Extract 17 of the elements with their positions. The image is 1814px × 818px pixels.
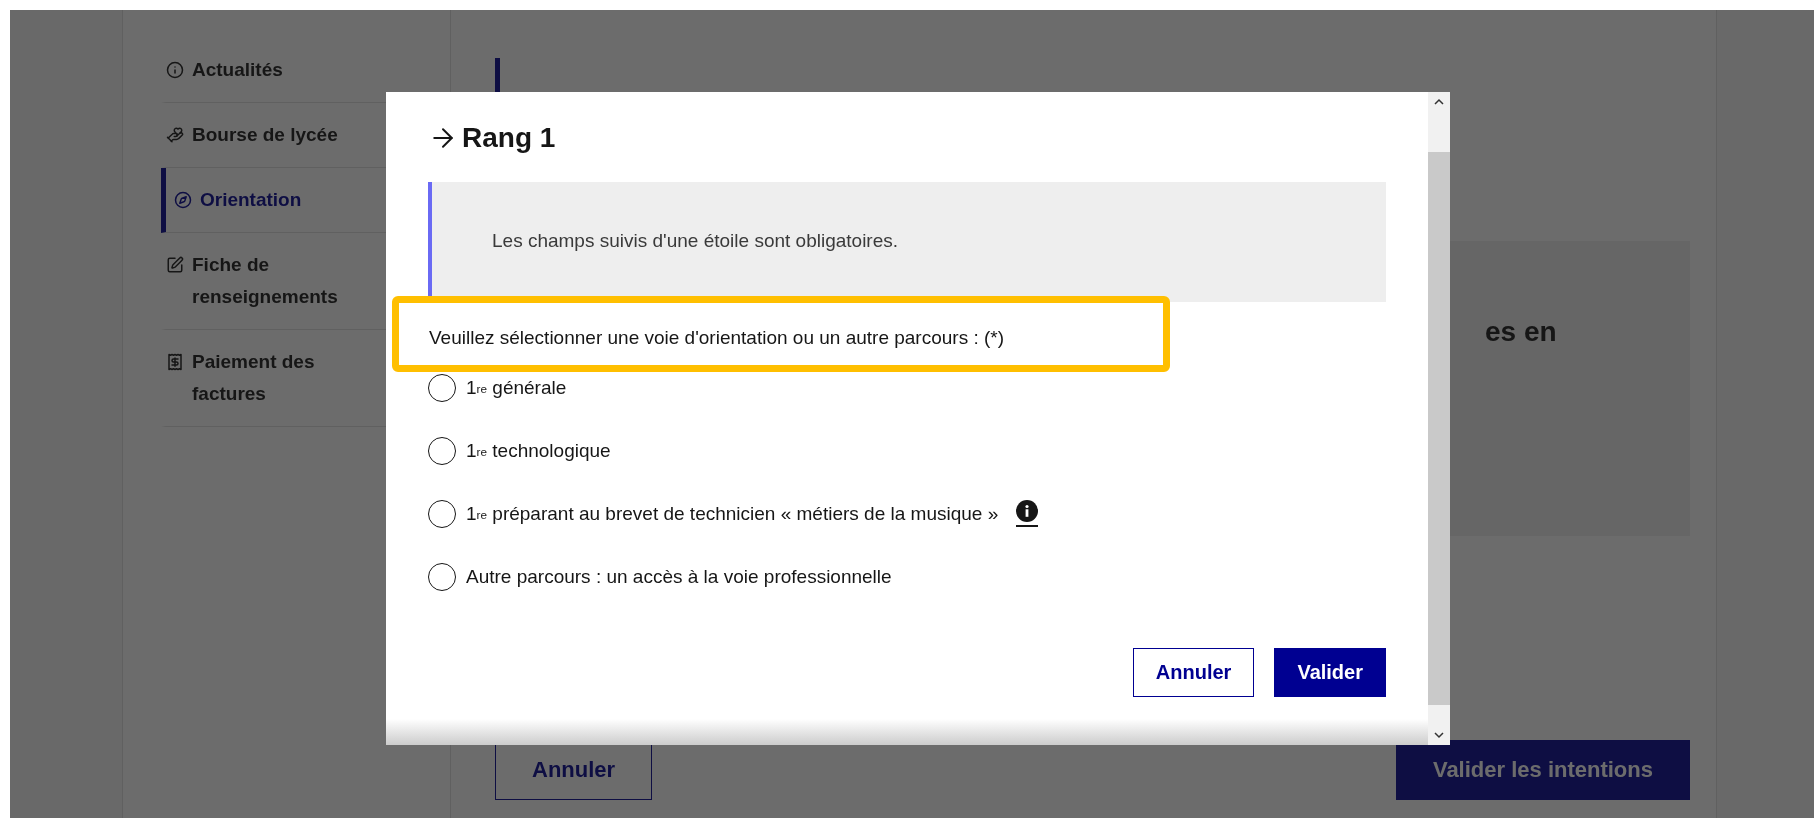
radio-option[interactable]: Autre parcours : un accès à la voie professionnelle	[428, 545, 1386, 608]
notice-text: Les champs suivis d'une étoile sont obligatoires.	[492, 230, 899, 251]
option-label: Autre parcours : un accès à la voie professionnelle	[466, 565, 892, 588]
sidebar-item-icon	[166, 256, 184, 274]
sidebar-item-icon	[166, 126, 184, 144]
info-button[interactable]	[1016, 500, 1039, 527]
validate-button[interactable]: Valider les intentions	[1395, 740, 1690, 800]
modal-title: Rang 1	[462, 122, 556, 154]
cancel-button[interactable]: Annuler	[1132, 648, 1255, 697]
info-icon	[1016, 500, 1039, 522]
scrollbar[interactable]	[1428, 92, 1450, 745]
sidebar-item-icon	[166, 61, 184, 79]
sidebar-item-icon	[166, 353, 184, 371]
sidebar-item-icon	[174, 191, 192, 209]
scroll-down-icon[interactable]	[1433, 729, 1445, 741]
validate-button[interactable]: Valider	[1274, 648, 1386, 697]
card-text: es en	[1485, 316, 1557, 347]
